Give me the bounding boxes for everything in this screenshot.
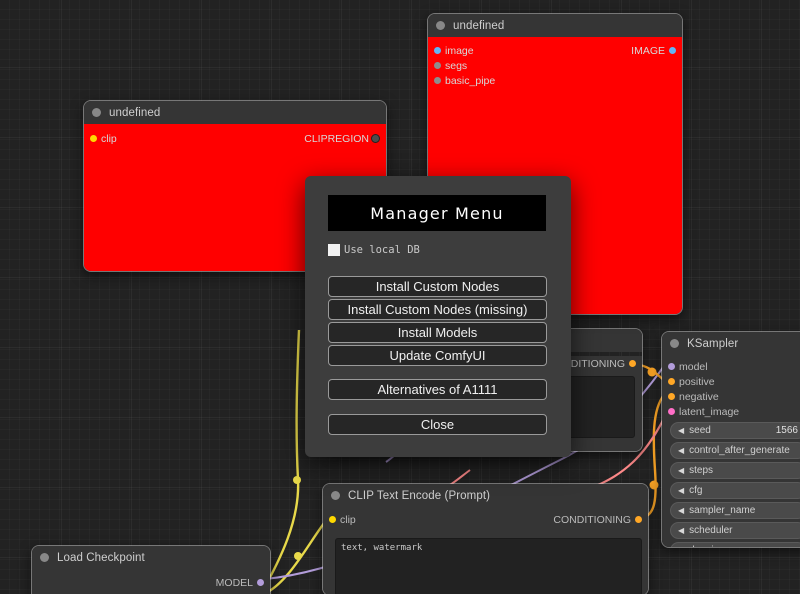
output-label: IMAGE xyxy=(631,44,665,57)
widget-steps[interactable]: ◀ steps xyxy=(670,461,800,479)
widget-seed[interactable]: ◀ seed 1566 xyxy=(670,421,800,439)
chevron-left-icon[interactable]: ◀ xyxy=(678,426,684,435)
input-model[interactable]: model xyxy=(662,359,800,374)
widget-label: scheduler xyxy=(689,524,733,536)
chevron-left-icon[interactable]: ◀ xyxy=(678,486,684,495)
input-positive[interactable]: positive xyxy=(662,374,800,389)
port-dot[interactable] xyxy=(668,393,675,400)
input-label: basic_pipe xyxy=(445,74,496,87)
input-label: negative xyxy=(679,390,719,403)
node-title-bar: CLIP Text Encode (Prompt) xyxy=(323,484,648,507)
input-segs[interactable]: segs xyxy=(428,58,682,73)
widget-label: cfg xyxy=(689,484,703,496)
widget-control-after-generate[interactable]: ◀ control_after_generate xyxy=(670,441,800,459)
input-basic-pipe[interactable]: basic_pipe xyxy=(428,73,682,88)
node-body: clip CONDITIONING text, watermark xyxy=(323,507,648,594)
input-negative[interactable]: negative xyxy=(662,389,800,404)
widget-sampler-name[interactable]: ◀ sampler_name xyxy=(670,501,800,519)
port-dot[interactable] xyxy=(434,62,441,69)
output-conditioning[interactable]: CONDITIONING xyxy=(323,512,648,527)
node-title-bar: Load Checkpoint xyxy=(32,546,270,569)
output-label: CLIPREGION xyxy=(304,132,369,145)
widget-value: 1566 xyxy=(775,424,798,436)
port-dot[interactable] xyxy=(371,134,380,143)
output-label: MODEL xyxy=(215,576,253,589)
chevron-left-icon[interactable]: ◀ xyxy=(678,526,684,535)
node-body: model positive negative latent_image ◀ s… xyxy=(662,355,800,547)
node-title: Load Checkpoint xyxy=(57,551,145,564)
output-image[interactable]: IMAGE xyxy=(428,43,682,58)
install-custom-nodes-button[interactable]: Install Custom Nodes xyxy=(328,276,547,297)
install-custom-nodes-missing-button[interactable]: Install Custom Nodes (missing) xyxy=(328,299,547,320)
port-dot[interactable] xyxy=(635,516,642,523)
port-dot[interactable] xyxy=(669,47,676,54)
node-load-checkpoint[interactable]: Load Checkpoint MODEL CLIP xyxy=(31,545,271,594)
input-label: segs xyxy=(445,59,468,72)
chevron-left-icon[interactable]: ◀ xyxy=(678,466,684,475)
node-clip-text-encode-negative[interactable]: CLIP Text Encode (Prompt) clip CONDITION… xyxy=(322,483,649,594)
input-label: model xyxy=(679,360,708,373)
node-body: MODEL CLIP xyxy=(32,569,270,594)
node-collapse-icon[interactable] xyxy=(436,21,445,30)
node-ksampler[interactable]: KSampler model positive negative latent_… xyxy=(661,331,800,548)
port-dot[interactable] xyxy=(668,363,675,370)
widget-label: seed xyxy=(689,424,711,436)
graph-canvas[interactable]: CLIP Text Encode (Prompt) CONDITIONING a… xyxy=(0,0,800,594)
use-local-db-label: Use local DB xyxy=(344,244,420,256)
port-dot[interactable] xyxy=(668,408,675,415)
node-title-bar: undefined xyxy=(84,101,386,124)
port-dot[interactable] xyxy=(629,360,636,367)
node-title-bar: KSampler xyxy=(662,332,800,355)
widget-cfg[interactable]: ◀ cfg xyxy=(670,481,800,499)
node-collapse-icon[interactable] xyxy=(92,108,101,117)
node-title: undefined xyxy=(109,106,161,119)
install-models-button[interactable]: Install Models xyxy=(328,322,547,343)
node-title: CLIP Text Encode (Prompt) xyxy=(348,489,491,502)
output-model[interactable]: MODEL xyxy=(32,575,270,590)
use-local-db-checkbox[interactable] xyxy=(328,244,340,256)
input-label: latent_image xyxy=(679,405,740,418)
node-title: undefined xyxy=(453,19,505,32)
chevron-left-icon[interactable]: ◀ xyxy=(678,506,684,515)
manager-menu-dialog[interactable]: Manager Menu Use local DB Install Custom… xyxy=(305,176,571,457)
use-local-db-row[interactable]: Use local DB xyxy=(328,244,420,256)
update-comfyui-button[interactable]: Update ComfyUI xyxy=(328,345,547,366)
widget-scheduler[interactable]: ◀ scheduler xyxy=(670,521,800,539)
port-dot[interactable] xyxy=(257,579,264,586)
node-collapse-icon[interactable] xyxy=(40,553,49,562)
output-clipregion[interactable]: CLIPREGION xyxy=(84,131,386,146)
widget-label: control_after_generate xyxy=(689,444,790,456)
alternatives-of-a1111-button[interactable]: Alternatives of A1111 xyxy=(328,379,547,400)
widget-label: denoise xyxy=(689,545,724,547)
prompt-textarea[interactable]: text, watermark xyxy=(335,538,642,594)
chevron-left-icon[interactable]: ◀ xyxy=(678,446,684,455)
dialog-title: Manager Menu xyxy=(328,195,546,231)
port-dot[interactable] xyxy=(434,77,441,84)
input-latent-image[interactable]: latent_image xyxy=(662,404,800,419)
node-collapse-icon[interactable] xyxy=(331,491,340,500)
port-dot[interactable] xyxy=(668,378,675,385)
widget-label: steps xyxy=(689,464,714,476)
widget-denoise[interactable]: ◀ denoise xyxy=(670,541,800,547)
input-label: positive xyxy=(679,375,715,388)
node-title: KSampler xyxy=(687,337,739,350)
close-button[interactable]: Close xyxy=(328,414,547,435)
chevron-left-icon[interactable]: ◀ xyxy=(678,546,684,547)
node-title-bar: undefined xyxy=(428,14,682,37)
output-label: CONDITIONING xyxy=(553,513,631,526)
widget-label: sampler_name xyxy=(689,504,756,516)
node-collapse-icon[interactable] xyxy=(670,339,679,348)
